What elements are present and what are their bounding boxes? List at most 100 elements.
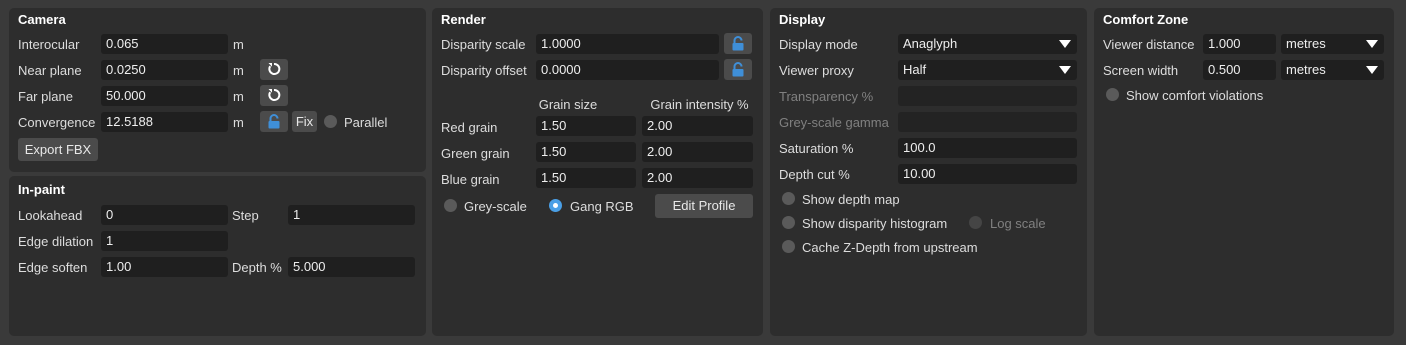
display-mode-label: Display mode [779, 37, 858, 52]
edge-soften-label: Edge soften [18, 260, 88, 275]
chevron-down-icon [1366, 66, 1378, 74]
show-violations-radio[interactable] [1106, 88, 1119, 101]
viewer-proxy-value: Half [903, 62, 927, 77]
depth-field[interactable]: 5.000 [288, 257, 415, 277]
disparity-offset-label: Disparity offset [441, 63, 527, 78]
camera-panel: Camera Interocular 0.065 m Near plane 0.… [9, 8, 426, 172]
screen-width-unit-select[interactable]: metres [1281, 60, 1384, 80]
viewer-distance-unit-value: metres [1286, 36, 1326, 51]
disparity-scale-label: Disparity scale [441, 37, 526, 52]
step-field[interactable]: 1 [288, 205, 415, 225]
saturation-label: Saturation % [779, 141, 854, 156]
log-scale-label: Log scale [990, 216, 1046, 231]
red-grain-intensity-field[interactable]: 2.00 [642, 116, 753, 136]
viewer-proxy-select[interactable]: Half [898, 60, 1077, 80]
transparency-field[interactable] [898, 86, 1077, 106]
log-scale-radio[interactable] [969, 216, 982, 229]
viewer-distance-label: Viewer distance [1103, 37, 1195, 52]
chevron-down-icon [1366, 40, 1378, 48]
reset-icon [268, 63, 281, 75]
green-grain-size-field[interactable]: 1.50 [536, 142, 636, 162]
inpaint-panel: In-paint Lookahead 0 Step 1 Edge dilatio… [9, 176, 426, 336]
disparity-scale-lock-button[interactable] [724, 33, 752, 54]
convergence-unit: m [233, 115, 244, 130]
depth-cut-field[interactable]: 10.00 [898, 164, 1077, 184]
screen-width-unit-value: metres [1286, 62, 1326, 77]
display-mode-value: Anaglyph [903, 36, 958, 51]
interocular-unit: m [233, 37, 244, 52]
display-mode-select[interactable]: Anaglyph [898, 34, 1077, 54]
disparity-scale-field[interactable]: 1.0000 [536, 34, 719, 54]
convergence-label: Convergence [18, 115, 96, 130]
green-grain-label: Green grain [441, 146, 510, 161]
reset-icon [268, 89, 281, 101]
lookahead-field[interactable]: 0 [101, 205, 228, 225]
show-violations-label: Show comfort violations [1126, 88, 1264, 103]
far-plane-reset-button[interactable] [260, 85, 288, 106]
lock-icon [268, 114, 280, 129]
grain-intensity-header: Grain intensity % [650, 97, 749, 112]
render-panel: Render Disparity scale 1.0000 Disparity … [432, 8, 763, 336]
red-grain-size-field[interactable]: 1.50 [536, 116, 636, 136]
disparity-offset-lock-button[interactable] [724, 59, 752, 80]
blue-grain-label: Blue grain [441, 172, 500, 187]
edge-dilation-label: Edge dilation [18, 234, 94, 249]
screen-width-label: Screen width [1103, 63, 1179, 78]
gang-rgb-radio[interactable] [549, 199, 562, 212]
greyscale-label: Grey-scale [464, 199, 527, 214]
show-depth-map-radio[interactable] [782, 192, 795, 205]
interocular-label: Interocular [18, 37, 80, 52]
lookahead-label: Lookahead [18, 208, 83, 223]
display-panel: Display Display mode Anaglyph Viewer pro… [770, 8, 1087, 336]
near-plane-label: Near plane [18, 63, 82, 78]
fix-button[interactable]: Fix [292, 111, 317, 132]
convergence-field[interactable]: 12.5188 [101, 112, 228, 132]
cache-zdepth-label: Cache Z-Depth from upstream [802, 240, 978, 255]
camera-title: Camera [18, 12, 66, 27]
cache-zdepth-radio[interactable] [782, 240, 795, 253]
parallel-radio[interactable] [324, 115, 337, 128]
red-grain-label: Red grain [441, 120, 498, 135]
edit-profile-button[interactable]: Edit Profile [655, 194, 753, 218]
step-label: Step [232, 208, 259, 223]
gang-rgb-label: Gang RGB [570, 199, 634, 214]
show-histogram-label: Show disparity histogram [802, 216, 948, 231]
far-plane-unit: m [233, 89, 244, 104]
show-histogram-radio[interactable] [782, 216, 795, 229]
show-depth-map-label: Show depth map [802, 192, 900, 207]
near-plane-reset-button[interactable] [260, 59, 288, 80]
interocular-field[interactable]: 0.065 [101, 34, 228, 54]
viewer-proxy-label: Viewer proxy [779, 63, 854, 78]
disparity-offset-field[interactable]: 0.0000 [536, 60, 719, 80]
greyscale-gamma-label: Grey-scale gamma [779, 115, 889, 130]
viewer-distance-field[interactable]: 1.000 [1203, 34, 1276, 54]
far-plane-field[interactable]: 50.000 [101, 86, 228, 106]
transparency-label: Transparency % [779, 89, 874, 104]
export-fbx-button[interactable]: Export FBX [18, 138, 98, 161]
far-plane-label: Far plane [18, 89, 73, 104]
chevron-down-icon [1059, 66, 1071, 74]
comfort-zone-title: Comfort Zone [1103, 12, 1189, 27]
lock-icon [732, 36, 744, 51]
greyscale-gamma-field[interactable] [898, 112, 1077, 132]
convergence-lock-button[interactable] [260, 111, 288, 132]
edge-dilation-field[interactable]: 1 [101, 231, 228, 251]
edge-soften-field[interactable]: 1.00 [101, 257, 228, 277]
viewer-distance-unit-select[interactable]: metres [1281, 34, 1384, 54]
comfort-zone-panel: Comfort Zone Viewer distance 1.000 metre… [1094, 8, 1394, 336]
near-plane-field[interactable]: 0.0250 [101, 60, 228, 80]
screen-width-field[interactable]: 0.500 [1203, 60, 1276, 80]
near-plane-unit: m [233, 63, 244, 78]
chevron-down-icon [1059, 40, 1071, 48]
depth-cut-label: Depth cut % [779, 167, 850, 182]
parallel-label: Parallel [344, 115, 388, 130]
display-title: Display [779, 12, 826, 27]
green-grain-intensity-field[interactable]: 2.00 [642, 142, 753, 162]
grain-size-header: Grain size [538, 97, 598, 112]
inpaint-title: In-paint [18, 182, 65, 197]
render-title: Render [441, 12, 486, 27]
blue-grain-size-field[interactable]: 1.50 [536, 168, 636, 188]
blue-grain-intensity-field[interactable]: 2.00 [642, 168, 753, 188]
saturation-field[interactable]: 100.0 [898, 138, 1077, 158]
greyscale-radio[interactable] [444, 199, 457, 212]
